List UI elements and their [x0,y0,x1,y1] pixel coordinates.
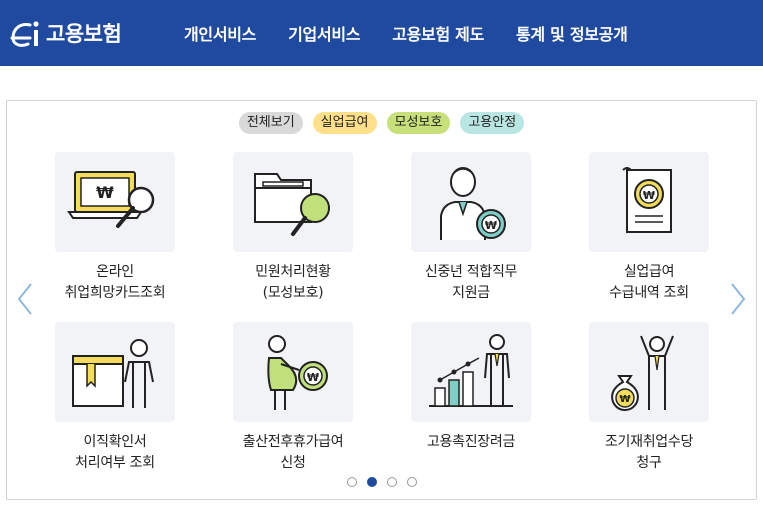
receipt-coin-icon: ₩ [622,167,672,233]
card-tile: ₩ [589,152,709,252]
card-benefit-history[interactable]: ₩ 실업급여 수급내역 조회 [569,152,729,304]
card-tile: ₩ [411,152,531,252]
card-online-job-card[interactable]: ₩ 온라인 취업희망카드조회 [35,152,195,304]
book-person-icon [72,339,154,408]
nav-item-statistics[interactable]: 통계 및 정보공개 [516,21,628,45]
cheering-person-moneybag-icon: ₩ [611,335,674,412]
pagination-dot-1[interactable] [346,477,357,487]
card-label: 신중년 적합직무 지원금 [424,264,518,301]
card-label: 고용촉진장려금 [426,434,516,450]
svg-text:₩: ₩ [619,394,630,405]
pagination-dots [7,477,756,487]
chevron-left-icon [17,283,32,315]
nav-item-system[interactable]: 고용보험 제도 [392,21,484,45]
filter-employment-stability[interactable]: 고용안정 [460,112,525,134]
chevron-right-icon [731,283,746,315]
next-arrow[interactable] [728,281,748,317]
card-employment-promotion-subsidy[interactable]: 고용촉진장려금 [391,322,551,453]
main-nav: 개인서비스 기업서비스 고용보험 제도 통계 및 정보공개 [184,21,660,45]
growth-chart-person-icon [429,334,513,407]
filter-maternity[interactable]: 모성보호 [386,112,451,134]
prev-arrow[interactable] [15,281,35,317]
card-maternity-leave-benefit[interactable]: ₩ 출산전후휴가급여 신청 [213,322,373,474]
card-early-reemployment-allowance[interactable]: ₩ 조기재취업수당 청구 [569,322,729,474]
card-separation-certificate[interactable]: 이직확인서 처리여부 조회 [35,322,195,474]
svg-text:₩: ₩ [485,219,497,232]
svg-text:₩: ₩ [96,183,114,202]
card-tile: ₩ [233,322,353,422]
card-tile: ₩ [589,322,709,422]
card-senior-job-subsidy[interactable]: ₩ 신중년 적합직무 지원금 [391,152,551,304]
quick-service-panel: 전체보기 실업급여 모성보호 고용안정 ₩ 온라인 취업희망카드조회 민원처리현… [6,100,757,500]
category-filters: 전체보기 실업급여 모성보호 고용안정 [7,112,756,134]
ei-logo-icon [10,21,39,47]
pagination-dot-3[interactable] [386,477,397,487]
card-label: 이직확인서 처리여부 조회 [75,434,155,471]
card-label: 민원처리현황 (모성보호) [255,264,331,301]
pregnant-woman-coin-icon: ₩ [267,335,328,410]
card-tile [55,322,175,422]
svg-text:₩: ₩ [643,189,655,202]
logo[interactable]: 고용보험 [8,0,148,66]
site-header: 고용보험 개인서비스 기업서비스 고용보험 제도 통계 및 정보공개 [0,0,763,66]
filter-unemployment[interactable]: 실업급여 [312,112,377,134]
logo-text: 고용보험 [46,22,122,46]
card-label: 조기재취업수당 청구 [604,434,694,471]
monitor-magnifier-icon: ₩ [67,171,155,228]
card-label: 실업급여 수급내역 조회 [609,264,689,301]
card-maternity-status[interactable]: 민원처리현황 (모성보호) [213,152,373,304]
nav-item-business[interactable]: 기업서비스 [288,21,360,45]
pagination-dot-2[interactable] [366,477,377,487]
senior-worker-coin-icon: ₩ [440,167,506,240]
svg-text:₩: ₩ [307,371,319,384]
card-tile [411,322,531,422]
card-tile: ₩ [55,152,175,252]
pagination-dot-4[interactable] [406,477,417,487]
filter-all[interactable]: 전체보기 [238,112,303,134]
card-label: 출산전후휴가급여 신청 [242,434,344,471]
card-tile [233,152,353,252]
card-label: 온라인 취업희망카드조회 [64,264,166,301]
folder-search-icon [254,173,330,236]
nav-item-personal[interactable]: 개인서비스 [184,21,256,45]
